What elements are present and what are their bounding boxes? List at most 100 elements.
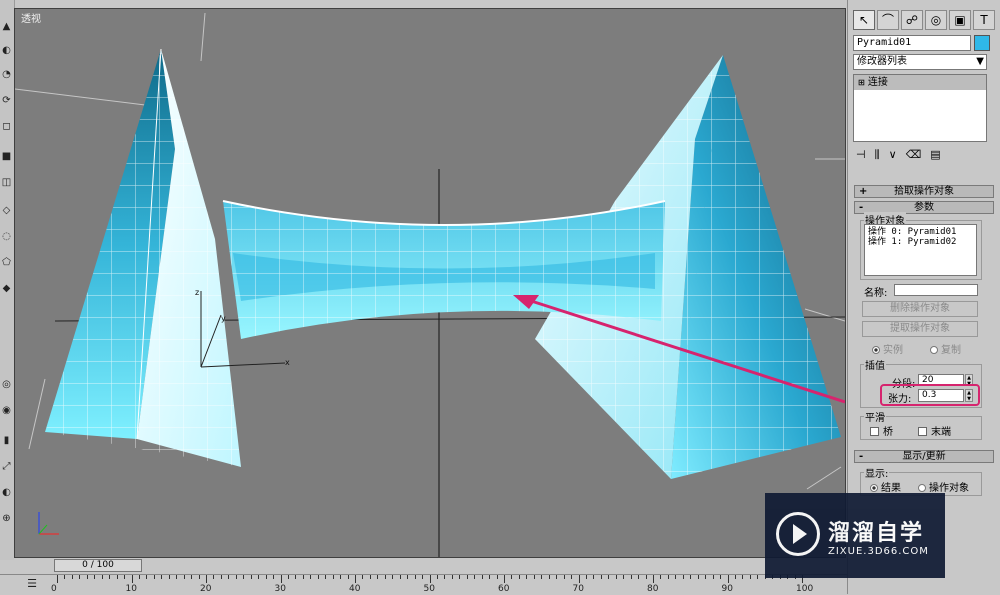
bridge-checkbox[interactable]: 桥 bbox=[870, 423, 893, 438]
timeline-tick-label: 10 bbox=[125, 584, 137, 594]
timeline-minor-tick bbox=[94, 575, 96, 579]
timeline-minor-tick bbox=[250, 575, 252, 579]
display-group-label: 显示: bbox=[864, 465, 890, 480]
tool-icon[interactable]: ▲ bbox=[1, 20, 12, 33]
tool-icon[interactable]: ◉ bbox=[1, 404, 12, 417]
timeline-minor-tick bbox=[369, 575, 371, 579]
timeline-minor-tick bbox=[71, 575, 73, 579]
timeline-minor-tick bbox=[667, 575, 669, 579]
timeline-tick-label: 60 bbox=[498, 584, 510, 594]
extract-operand-button[interactable]: 提取操作对象 bbox=[862, 321, 978, 337]
tool-icon[interactable]: ◻ bbox=[1, 120, 12, 133]
hierarchy-tab-icon[interactable]: ☍ bbox=[901, 10, 923, 30]
timeline-minor-tick bbox=[146, 575, 148, 579]
timeline-tick-label: 100 bbox=[796, 584, 814, 594]
operands-list[interactable]: 操作 0: Pyramid01 操作 1: Pyramid02 bbox=[864, 224, 977, 276]
tool-icon[interactable]: ■ bbox=[1, 150, 12, 163]
svg-text:z: z bbox=[195, 288, 199, 297]
tool-icon[interactable]: ⤢ bbox=[1, 460, 12, 473]
tool-icon[interactable]: ⬠ bbox=[1, 256, 12, 269]
delete-operand-button[interactable]: 删除操作对象 bbox=[862, 301, 978, 317]
list-item[interactable]: 操作 1: Pyramid02 bbox=[868, 237, 973, 247]
modifier-list-dropdown[interactable]: 修改器列表 ▼ bbox=[853, 54, 987, 70]
object-color-swatch[interactable] bbox=[974, 35, 990, 51]
watermark-url: ZIXUE.3D66.COM bbox=[828, 546, 929, 557]
stack-item-label: 连接 bbox=[867, 77, 888, 88]
timeline-minor-tick bbox=[705, 575, 707, 579]
display-tab-icon[interactable]: ▣ bbox=[949, 10, 971, 30]
tool-icon[interactable]: ◫ bbox=[1, 176, 12, 189]
tool-icon[interactable]: ◐ bbox=[1, 44, 12, 57]
timeline-minor-tick bbox=[481, 575, 483, 579]
timeline-tick bbox=[727, 575, 729, 583]
time-slider[interactable]: 0 / 100 bbox=[54, 559, 142, 572]
timeline-minor-tick bbox=[86, 575, 88, 579]
svg-text:y: y bbox=[221, 314, 226, 323]
timeline-minor-tick bbox=[138, 575, 140, 579]
timeline-minor-tick bbox=[109, 575, 111, 579]
create-tab-icon[interactable]: ↖ bbox=[853, 10, 875, 30]
ends-checkbox[interactable]: 末端 bbox=[918, 423, 951, 438]
timeline-minor-tick bbox=[332, 575, 334, 579]
stack-tools[interactable]: ⊣⫼∨⌫▤ bbox=[856, 148, 950, 162]
tool-icon[interactable]: ◇ bbox=[1, 204, 12, 217]
left-toolstrip: ▲ ◐ ◔ ⟳ ◻ ■ ◫ ◇ ◌ ⬠ ◆ ◎ ◉ ▮ ⤢ ◐ ⊕ bbox=[0, 0, 15, 560]
tool-icon[interactable]: ◌ bbox=[1, 230, 12, 243]
timeline-minor-tick bbox=[556, 575, 558, 579]
timeline-tick bbox=[429, 575, 431, 583]
display-update-rollout[interactable]: - 显示/更新 bbox=[854, 450, 994, 463]
timeline-tick-label: 30 bbox=[274, 584, 286, 594]
timeline-minor-tick bbox=[742, 575, 744, 579]
timeline-tick bbox=[57, 575, 58, 583]
timeline-minor-tick bbox=[712, 575, 714, 579]
motion-tab-icon[interactable]: ◎ bbox=[925, 10, 947, 30]
time-slider-track[interactable]: 0 / 100 bbox=[14, 558, 847, 574]
perspective-viewport[interactable]: 透视 z y x bbox=[14, 8, 846, 558]
timeline-minor-tick bbox=[317, 575, 319, 579]
key-icon[interactable]: ☰ bbox=[24, 577, 40, 590]
timeline-minor-tick bbox=[220, 575, 222, 579]
timeline-tick-label: 20 bbox=[200, 584, 212, 594]
timeline-minor-tick bbox=[734, 575, 736, 579]
timeline-minor-tick bbox=[518, 575, 520, 579]
timeline-tick-label: 50 bbox=[423, 584, 435, 594]
timeline-ruler[interactable]: ☰ 0 10 20 30 40 50 60 70 80 90 100 bbox=[0, 574, 847, 595]
timeline-tick bbox=[131, 575, 133, 583]
copy-radio[interactable]: 复制 bbox=[930, 341, 961, 356]
timeline-minor-tick bbox=[511, 575, 513, 579]
tool-icon[interactable]: ◎ bbox=[1, 378, 12, 391]
tool-icon[interactable]: ◆ bbox=[1, 282, 12, 295]
operand-radio[interactable]: 操作对象 bbox=[918, 479, 969, 494]
result-radio[interactable]: 结果 bbox=[870, 479, 901, 494]
watermark-logo: 溜溜自学 ZIXUE.3D66.COM bbox=[765, 493, 945, 578]
timeline-tick-label: 40 bbox=[349, 584, 361, 594]
timeline-minor-tick bbox=[563, 575, 565, 579]
timeline-minor-tick bbox=[615, 575, 617, 579]
pick-operand-rollout[interactable]: + 拾取操作对象 bbox=[854, 185, 994, 198]
scene-render: z y x bbox=[15, 12, 845, 557]
timeline-minor-tick bbox=[548, 575, 550, 579]
timeline-tick-label: 0 bbox=[51, 584, 57, 594]
instance-radio[interactable]: 实例 bbox=[872, 341, 903, 356]
tool-icon[interactable]: ◔ bbox=[1, 68, 12, 81]
tool-icon[interactable]: ⊕ bbox=[1, 512, 12, 525]
timeline-minor-tick bbox=[213, 575, 215, 579]
timeline-minor-tick bbox=[630, 575, 632, 579]
operand-name-field[interactable] bbox=[894, 284, 978, 296]
timeline-minor-tick bbox=[444, 575, 446, 579]
tool-icon[interactable]: ◐ bbox=[1, 486, 12, 499]
tool-icon[interactable]: ⟳ bbox=[1, 94, 12, 107]
modify-tab-icon[interactable]: ⌒ bbox=[877, 10, 899, 30]
timeline-tick-label: 90 bbox=[721, 584, 733, 594]
timeline-minor-tick bbox=[459, 575, 461, 579]
utilities-tab-icon[interactable]: T bbox=[973, 10, 995, 30]
list-item[interactable]: 操作 0: Pyramid01 bbox=[868, 227, 973, 237]
stack-item[interactable]: ⊞ 连接 bbox=[854, 75, 986, 90]
modifier-list-label: 修改器列表 bbox=[857, 56, 907, 67]
timeline-minor-tick bbox=[608, 575, 610, 579]
modifier-stack[interactable]: ⊞ 连接 bbox=[853, 74, 987, 142]
object-name-field[interactable]: Pyramid01 bbox=[853, 35, 971, 51]
tool-icon[interactable]: ▮ bbox=[1, 434, 12, 447]
timeline-minor-tick bbox=[407, 575, 409, 579]
timeline-minor-tick bbox=[310, 575, 312, 579]
